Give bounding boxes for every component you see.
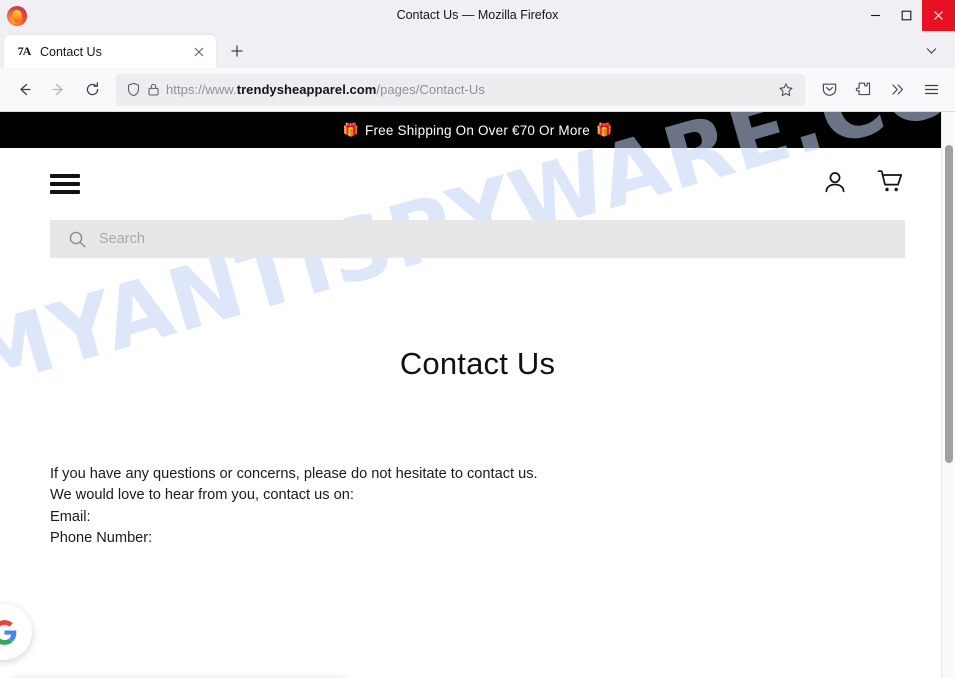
extensions-puzzle-icon[interactable] <box>847 74 879 106</box>
tab-contact-us[interactable]: 7A Contact Us <box>4 35 216 68</box>
body-line-1: If you have any questions or concerns, p… <box>50 466 538 482</box>
announcement-bar: 🎁 Free Shipping On Over €70 Or More 🎁 <box>0 112 955 148</box>
google-g-logo-icon <box>0 619 16 645</box>
site-header <box>0 148 955 220</box>
page-scrollbar[interactable] <box>941 112 955 678</box>
search-placeholder: Search <box>99 231 145 247</box>
tracking-protection-shield-icon[interactable] <box>126 82 141 97</box>
maximize-button[interactable] <box>891 0 922 31</box>
page-viewport: 🎁 Free Shipping On Over €70 Or More 🎁 MY… <box>0 112 955 678</box>
gift-icon-right: 🎁 <box>595 122 613 137</box>
new-tab-button[interactable] <box>222 36 252 66</box>
firefox-logo-icon <box>6 5 28 27</box>
pocket-save-icon[interactable] <box>813 74 845 106</box>
close-window-button[interactable] <box>922 0 955 31</box>
title-bar: Contact Us — Mozilla Firefox <box>0 0 955 31</box>
bookmark-star-icon[interactable] <box>773 77 799 103</box>
scrollbar-thumb[interactable] <box>945 145 953 463</box>
minimize-button[interactable] <box>860 0 891 31</box>
gift-icon-left: 🎁 <box>342 122 360 137</box>
search-section: Search <box>0 220 955 258</box>
body-line-3: Email: <box>50 508 91 525</box>
url-text[interactable]: https://www.trendysheapparel.com/pages/C… <box>166 82 767 97</box>
search-magnifier-icon <box>69 231 86 247</box>
reload-button[interactable] <box>76 74 108 106</box>
url-domain: trendysheapparel.com <box>236 82 377 97</box>
hamburger-menu-icon[interactable] <box>50 171 82 197</box>
shopping-cart-icon[interactable] <box>875 168 905 201</box>
announcement-text: Free Shipping On Over €70 Or More <box>365 122 590 138</box>
tab-strip: 7A Contact Us <box>0 31 955 68</box>
window-title: Contact Us — Mozilla Firefox <box>396 8 559 22</box>
url-bar[interactable]: https://www.trendysheapparel.com/pages/C… <box>116 73 805 106</box>
body-line-4: Phone Number: <box>50 529 153 546</box>
app-menu-hamburger-icon[interactable] <box>915 74 947 106</box>
list-all-tabs-button[interactable] <box>917 36 945 64</box>
body-line-2: We would love to hear from you, contact … <box>50 487 354 504</box>
window-controls <box>860 0 955 31</box>
page-title: Contact Us <box>399 346 556 381</box>
tab-title: Contact Us <box>40 44 102 59</box>
header-actions <box>821 168 905 201</box>
url-scheme: https://www. <box>166 82 237 97</box>
forward-button[interactable] <box>42 74 74 106</box>
account-person-icon[interactable] <box>821 168 849 201</box>
browser-window: Contact Us — Mozilla Firefox 7A Contact … <box>0 0 955 678</box>
search-input[interactable]: Search <box>50 220 905 258</box>
google-widget[interactable] <box>0 604 32 660</box>
connection-secure-lock-icon[interactable] <box>147 82 160 97</box>
navigation-toolbar: https://www.trendysheapparel.com/pages/C… <box>0 68 955 112</box>
back-button[interactable] <box>8 74 40 106</box>
overflow-chevrons-icon[interactable] <box>881 74 913 106</box>
url-path: /pages/Contact-Us <box>376 82 485 97</box>
site-favicon-icon: 7A <box>17 44 32 58</box>
toolbar-icons <box>813 74 947 106</box>
close-tab-icon[interactable] <box>190 43 208 61</box>
contact-body: If you have any questions or concerns, p… <box>0 464 955 549</box>
